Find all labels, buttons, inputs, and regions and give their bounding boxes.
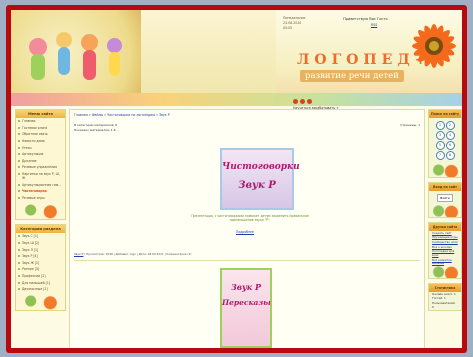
friend-link[interactable]: Логопедия для всех — [429, 250, 461, 258]
category-link[interactable]: Звук Р — [74, 252, 83, 256]
stats-block: Статистика Онлайн всего: 1 Гостей: 1 Польз… — [428, 283, 462, 311]
menu-item[interactable]: Картинки на звук Р, Ш, Ж — [16, 171, 65, 182]
search-circle[interactable]: 4 — [445, 131, 455, 140]
menu-item[interactable]: Новости дома — [16, 138, 65, 145]
friend-link[interactable]: Всё развитие малыша — [429, 258, 461, 266]
search-circle[interactable]: 8 — [445, 151, 455, 160]
menu-item[interactable]: Речевые игры — [16, 195, 65, 202]
stats-line: Пользователей: 0 — [432, 301, 456, 309]
leaf-decoration — [429, 205, 461, 217]
categories-title: Категории раздела — [16, 225, 65, 234]
search-circle[interactable]: 6 — [445, 141, 455, 150]
pagination[interactable]: Страницы: 1 — [400, 123, 420, 127]
card-meta-info: | Просмотров: 2048 | Добавил: logo | Дат… — [83, 252, 192, 256]
leaf-decoration — [16, 201, 65, 220]
menu-item[interactable]: Речевые упражнения — [16, 164, 65, 171]
breadcrumb[interactable]: Главная » Файлы » Чистоговорки на логопе… — [74, 113, 170, 117]
category-item[interactable]: Звук Л [1] — [16, 246, 65, 253]
rss-link[interactable]: RSS — [371, 23, 377, 27]
menu-item[interactable]: Артикуляция — [16, 151, 65, 158]
leaf-decoration — [16, 292, 65, 311]
header-dots — [293, 99, 312, 104]
card-title-line-1: Чистоговорки — [222, 162, 300, 172]
dot-icon[interactable] — [300, 99, 305, 104]
shown-materials: Показано материалов: 1-6 — [74, 128, 116, 132]
category-item[interactable]: Звук Ш [2] — [16, 240, 65, 247]
search-circles: 12345678 — [429, 118, 461, 163]
search-circle[interactable]: 2 — [445, 121, 455, 130]
search-circle[interactable]: 5 — [435, 141, 445, 150]
card-title-line-2: Звук Р — [238, 180, 276, 191]
stats-list: Онлайн всего: 1 Гостей: 1 Пользователей: 0 — [429, 292, 461, 310]
main-content: Главная » Файлы » Чистоговорки на логопе… — [69, 109, 425, 348]
category-item[interactable]: Звук С [1] — [16, 233, 65, 240]
menu-item[interactable]: Дыхание — [16, 158, 65, 165]
login-title: Вход на сайт — [429, 183, 461, 191]
materials-count: В категории материалов: 6 — [74, 123, 118, 127]
login-button[interactable]: Войти — [437, 194, 453, 202]
category-item[interactable]: Двуязычные [1] — [16, 286, 65, 293]
categories-list: Звук С [1] Звук Ш [2] Звук Л [1] Звук Р [4]… — [16, 233, 65, 292]
kids-illustration — [11, 10, 141, 106]
menu-item[interactable]: Чистоговорки — [16, 188, 65, 195]
site-menu-list: Главная Гостевая книга Обратная связь Новос… — [16, 118, 65, 201]
search-circle[interactable]: 7 — [435, 151, 445, 160]
more-link[interactable]: Подробнее — [236, 230, 254, 234]
menu-item[interactable]: Главная — [16, 118, 65, 125]
menu-item[interactable]: Утеки — [16, 144, 65, 151]
category-item[interactable]: Звук Р [4] — [16, 253, 65, 260]
right-column: Поиск по сайту 12345678 Вход на сайт Вой… — [428, 109, 462, 348]
card-thumbnail[interactable]: Чистоговорки Звук Р — [220, 148, 300, 210]
header-stripe — [11, 93, 462, 106]
search-circle[interactable]: 3 — [435, 131, 445, 140]
search-block: Поиск по сайту 12345678 — [428, 109, 462, 178]
menu-item[interactable]: Гостевая книга — [16, 125, 65, 132]
card-thumbnail-2[interactable]: Звук Р Пересказы — [220, 268, 272, 348]
date-line-3: 00:05 — [283, 26, 293, 30]
login-block: Вход на сайт Войти — [428, 182, 462, 218]
friends-title: Друзья сайта — [429, 223, 461, 231]
date-line-2: 24.08.2020 — [283, 21, 302, 25]
page: Понедельник 24.08.2020 00:05 Приветствую… — [11, 10, 462, 348]
category-item[interactable]: Звук Ж [1] — [16, 260, 65, 267]
header-middle — [141, 10, 281, 106]
site-menu-title: Меню сайта — [16, 110, 65, 118]
menu-item[interactable]: Обратная связь — [16, 131, 65, 138]
friends-block: Друзья сайта Создать сайт Обучающие игры С… — [428, 222, 462, 280]
stats-title: Статистика — [429, 284, 461, 293]
card-2-title-line-1: Звук Р — [230, 282, 262, 292]
date-line-1: Понедельник — [283, 16, 306, 20]
search-circle[interactable]: 1 — [435, 121, 445, 130]
site-header: Понедельник 24.08.2020 00:05 Приветствую… — [11, 10, 462, 110]
card-meta: Звук Р | Просмотров: 2048 | Добавил: log… — [74, 252, 191, 256]
category-item[interactable]: Профессии [2] — [16, 273, 65, 280]
gerbera-flower-icon — [412, 24, 456, 68]
leaf-decoration — [429, 163, 461, 177]
dot-icon[interactable] — [307, 99, 312, 104]
dot-icon[interactable] — [293, 99, 298, 104]
leaf-decoration — [429, 266, 461, 279]
categories-block: Категории раздела Звук С [1] Звук Ш [2] Зв… — [15, 224, 66, 312]
greeting-text: Приветствую Вас Гость — [343, 17, 388, 21]
card-description: Презентация, с чистоговорками поможет де… — [191, 214, 309, 222]
friends-list: Создать сайт Обучающие игры Сообщество uCo… — [429, 231, 461, 266]
site-subtitle: развитие речи детей — [300, 70, 404, 82]
search-block-title: Поиск по сайту — [429, 110, 461, 118]
card-2-title-line-2: Пересказы — [222, 298, 271, 307]
menu-item[interactable]: Артикуляционная гим... — [16, 181, 65, 188]
divider — [74, 260, 420, 261]
category-item[interactable]: Для малышей [1] — [16, 279, 65, 286]
site-menu-block: Меню сайта Главная Гостевая книга Обратная… — [15, 109, 66, 221]
left-column: Меню сайта Главная Гостевая книга Обратная… — [15, 109, 66, 348]
category-item[interactable]: Ранние [3] — [16, 266, 65, 273]
